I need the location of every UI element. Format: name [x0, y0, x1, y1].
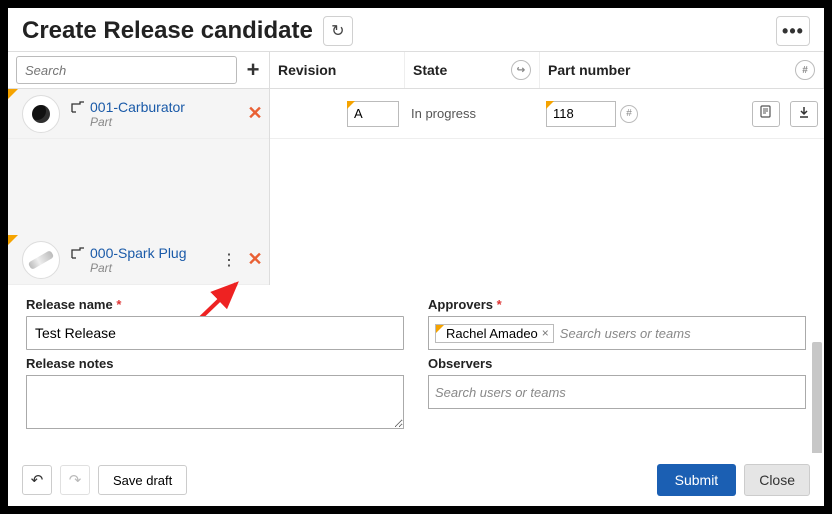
- download-icon: [797, 105, 811, 122]
- column-header-state[interactable]: State ↪: [405, 52, 540, 88]
- part-item[interactable]: 001-Carburator Part ✕: [8, 89, 269, 139]
- part-type: Part: [90, 115, 241, 129]
- state-header-icon[interactable]: ↪: [511, 60, 531, 80]
- approvers-input[interactable]: Rachel Amadeo × Search users or teams: [428, 316, 806, 350]
- approvers-label: Approvers: [428, 297, 806, 312]
- part-number-input[interactable]: [546, 101, 616, 127]
- close-button[interactable]: Close: [744, 464, 810, 496]
- part-thumbnail: [22, 95, 60, 133]
- redo-button: ↷: [60, 465, 90, 495]
- dialog-header: Create Release candidate ↻ •••: [8, 8, 824, 50]
- part-type: Part: [90, 261, 221, 275]
- properties-table: Revision State ↪ Part number # In: [269, 51, 824, 285]
- state-cell: In progress: [405, 106, 540, 121]
- approver-chip[interactable]: Rachel Amadeo ×: [435, 324, 554, 343]
- refresh-button[interactable]: ↻: [323, 16, 353, 46]
- revision-input[interactable]: [347, 101, 399, 127]
- add-part-button[interactable]: +: [237, 57, 269, 83]
- redo-icon: ↷: [69, 471, 82, 489]
- part-options-button[interactable]: ⋮: [221, 250, 237, 270]
- dialog-body: + 001-Carburator Part: [8, 50, 824, 453]
- remove-chip-button[interactable]: ×: [542, 326, 549, 340]
- kebab-icon: ⋮: [221, 252, 237, 269]
- release-form: Release name Release notes Approvers Rac…: [8, 285, 824, 438]
- dialog-title: Create Release candidate: [22, 17, 319, 45]
- release-name-label: Release name: [26, 297, 404, 312]
- part-item[interactable]: 000-Spark Plug Part ⋮ ✕: [8, 235, 269, 285]
- observers-placeholder: Search users or teams: [435, 385, 566, 400]
- release-name-input[interactable]: [26, 316, 404, 350]
- column-header-revision[interactable]: Revision: [270, 52, 405, 88]
- column-header-part-number[interactable]: Part number #: [540, 52, 824, 88]
- part-name: 000-Spark Plug: [90, 245, 187, 261]
- notes-button[interactable]: [752, 101, 780, 127]
- refresh-icon: ↻: [331, 21, 344, 41]
- hash-icon[interactable]: #: [795, 60, 815, 80]
- table-row: In progress #: [270, 89, 824, 139]
- generate-part-number-button[interactable]: #: [620, 105, 638, 123]
- observers-label: Observers: [428, 356, 806, 371]
- branch-icon: [70, 246, 86, 260]
- more-options-button[interactable]: •••: [776, 16, 810, 46]
- part-name: 001-Carburator: [90, 99, 185, 115]
- ellipsis-icon: •••: [782, 21, 804, 42]
- submit-button[interactable]: Submit: [657, 464, 737, 496]
- dialog-footer: ↶ ↷ Save draft Submit Close: [8, 453, 824, 506]
- scrollbar[interactable]: [812, 342, 822, 453]
- release-notes-label: Release notes: [26, 356, 404, 371]
- close-icon: ✕: [247, 249, 262, 269]
- parts-list-panel: + 001-Carburator Part: [8, 51, 269, 285]
- create-release-dialog: Create Release candidate ↻ ••• +: [8, 8, 824, 506]
- remove-part-button[interactable]: ✕: [241, 103, 269, 124]
- remove-part-button[interactable]: ✕: [241, 249, 269, 270]
- undo-button[interactable]: ↶: [22, 465, 52, 495]
- download-button[interactable]: [790, 101, 818, 127]
- parts-search-input[interactable]: [16, 56, 237, 84]
- document-icon: [759, 105, 773, 122]
- approvers-placeholder: Search users or teams: [560, 326, 691, 341]
- plus-icon: +: [247, 57, 260, 82]
- save-draft-button[interactable]: Save draft: [98, 465, 187, 495]
- close-icon: ✕: [247, 103, 262, 123]
- branch-icon: [70, 100, 86, 114]
- part-thumbnail: [22, 241, 60, 279]
- observers-input[interactable]: Search users or teams: [428, 375, 806, 409]
- release-notes-input[interactable]: [26, 375, 404, 429]
- undo-icon: ↶: [31, 471, 44, 489]
